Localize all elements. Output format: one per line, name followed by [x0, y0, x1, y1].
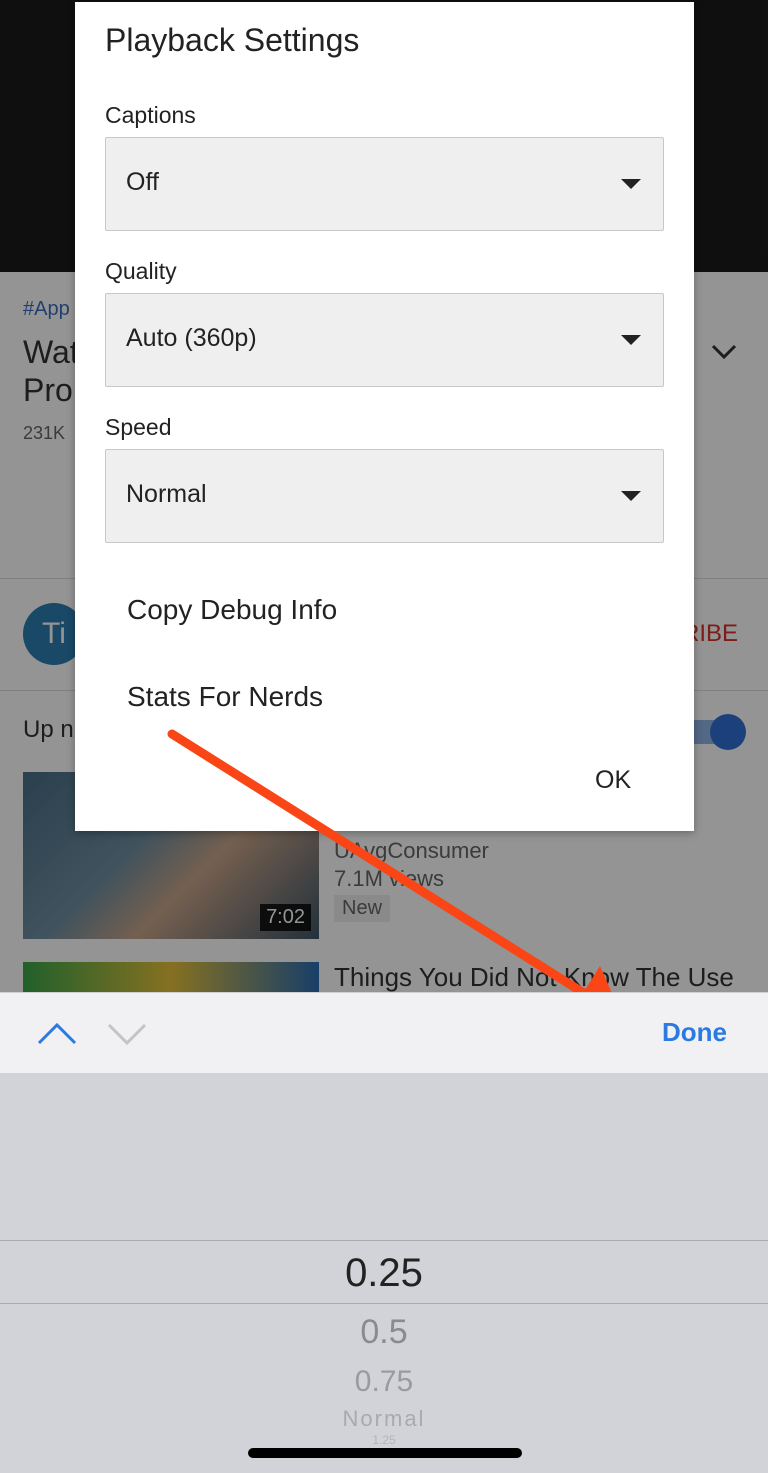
- keyboard-toolbar: Done: [0, 992, 768, 1073]
- quality-value: Auto (360p): [126, 324, 257, 352]
- captions-value: Off: [126, 168, 159, 196]
- quality-select[interactable]: Auto (360p): [105, 293, 664, 387]
- chevron-up-icon[interactable]: [36, 1013, 78, 1055]
- speed-value: Normal: [126, 480, 207, 508]
- dropdown-arrow-icon: [621, 335, 641, 345]
- picker-option[interactable]: 0.5: [0, 1313, 768, 1352]
- captions-label: Captions: [105, 102, 196, 128]
- captions-select[interactable]: Off: [105, 137, 664, 231]
- picker-option[interactable]: 0.75: [0, 1365, 768, 1399]
- done-button[interactable]: Done: [662, 1017, 727, 1048]
- quality-label: Quality: [105, 258, 177, 284]
- dialog-title: Playback Settings: [105, 22, 360, 58]
- dropdown-arrow-icon: [621, 491, 641, 501]
- picker-option[interactable]: Normal: [0, 1406, 768, 1432]
- home-indicator[interactable]: [248, 1448, 522, 1458]
- playback-settings-dialog: Playback Settings Captions Off Quality A…: [75, 2, 694, 831]
- ok-button[interactable]: OK: [595, 766, 631, 795]
- picker-option[interactable]: 0.25: [0, 1251, 768, 1296]
- copy-debug-info-button[interactable]: Copy Debug Info: [127, 594, 337, 626]
- chevron-down-icon[interactable]: [106, 1013, 148, 1055]
- picker-option[interactable]: 1.25: [0, 1433, 768, 1447]
- dropdown-arrow-icon: [621, 179, 641, 189]
- speed-label: Speed: [105, 414, 172, 440]
- speed-picker-wheel[interactable]: 0.25 0.5 0.75 Normal 1.25: [0, 1073, 768, 1473]
- stats-for-nerds-button[interactable]: Stats For Nerds: [127, 681, 323, 713]
- speed-select[interactable]: Normal: [105, 449, 664, 543]
